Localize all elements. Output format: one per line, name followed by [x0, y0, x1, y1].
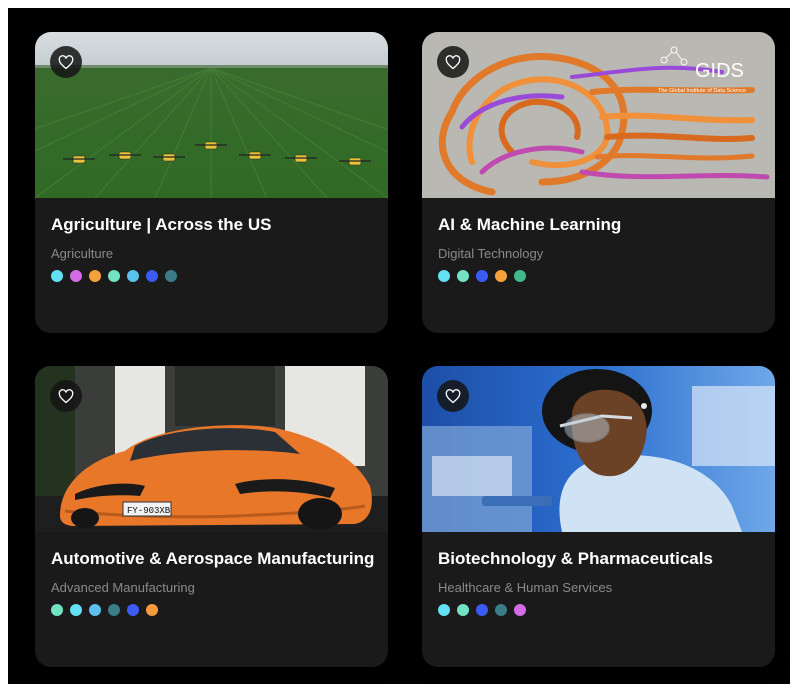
tag-dot: [457, 604, 469, 616]
gids-logo-subtext: The Global Institute of Data Science: [658, 88, 746, 94]
favorite-button[interactable]: [50, 46, 82, 78]
tag-dots: [51, 270, 372, 282]
card-category: Advanced Manufacturing: [51, 580, 195, 595]
tag-dot: [51, 604, 63, 616]
tag-dots: [51, 604, 372, 616]
tag-dot: [89, 270, 101, 282]
card-title[interactable]: AI & Machine Learning: [438, 214, 759, 236]
tag-dot: [51, 270, 63, 282]
sports-car-image: FY-903XB: [35, 366, 388, 532]
tag-dot: [146, 604, 158, 616]
tag-dot: [476, 270, 488, 282]
card-category: Agriculture: [51, 246, 114, 261]
tag-dots: [438, 270, 759, 282]
tag-dot: [89, 604, 101, 616]
scientist-lab-image: [422, 366, 775, 532]
card-title[interactable]: Biotechnology & Pharmaceuticals: [438, 548, 759, 570]
ai-head-image: GIDS The Global Institute of Data Scienc…: [422, 32, 775, 198]
tag-dots: [438, 604, 759, 616]
license-plate-text: FY-903XB: [127, 506, 171, 516]
card-automotive-aerospace[interactable]: FY-903XB Automotive & Aerospace Manufact…: [35, 366, 388, 667]
cards-grid: Agriculture | Across the US Agriculture: [6, 6, 792, 686]
heart-icon: [58, 388, 74, 403]
tag-dot: [127, 604, 139, 616]
card-agriculture[interactable]: Agriculture | Across the US Agriculture: [35, 32, 388, 333]
favorite-button[interactable]: [50, 380, 82, 412]
tag-dot: [165, 270, 177, 282]
tag-dot: [108, 604, 120, 616]
card-ai-machine-learning[interactable]: GIDS The Global Institute of Data Scienc…: [422, 32, 775, 333]
tag-dot: [476, 604, 488, 616]
tag-dot: [495, 604, 507, 616]
heart-icon: [58, 54, 74, 69]
tag-dot: [514, 604, 526, 616]
card-title[interactable]: Agriculture | Across the US: [51, 214, 372, 236]
tag-dot: [70, 604, 82, 616]
tag-dot: [127, 270, 139, 282]
agriculture-drones-image: [35, 32, 388, 198]
card-title[interactable]: Automotive & Aerospace Manufacturing: [51, 548, 374, 570]
gids-logo-text: GIDS: [695, 60, 744, 82]
tag-dot: [438, 270, 450, 282]
tag-dot: [146, 270, 158, 282]
favorite-button[interactable]: [437, 46, 469, 78]
card-biotechnology-pharmaceuticals[interactable]: Biotechnology & Pharmaceuticals Healthca…: [422, 366, 775, 667]
heart-icon: [445, 388, 461, 403]
tag-dot: [108, 270, 120, 282]
card-category: Digital Technology: [438, 246, 544, 261]
tag-dot: [495, 270, 507, 282]
tag-dot: [70, 270, 82, 282]
card-category: Healthcare & Human Services: [438, 580, 613, 595]
tag-dot: [514, 270, 526, 282]
tag-dot: [438, 604, 450, 616]
favorite-button[interactable]: [437, 380, 469, 412]
heart-icon: [445, 54, 461, 69]
tag-dot: [457, 270, 469, 282]
